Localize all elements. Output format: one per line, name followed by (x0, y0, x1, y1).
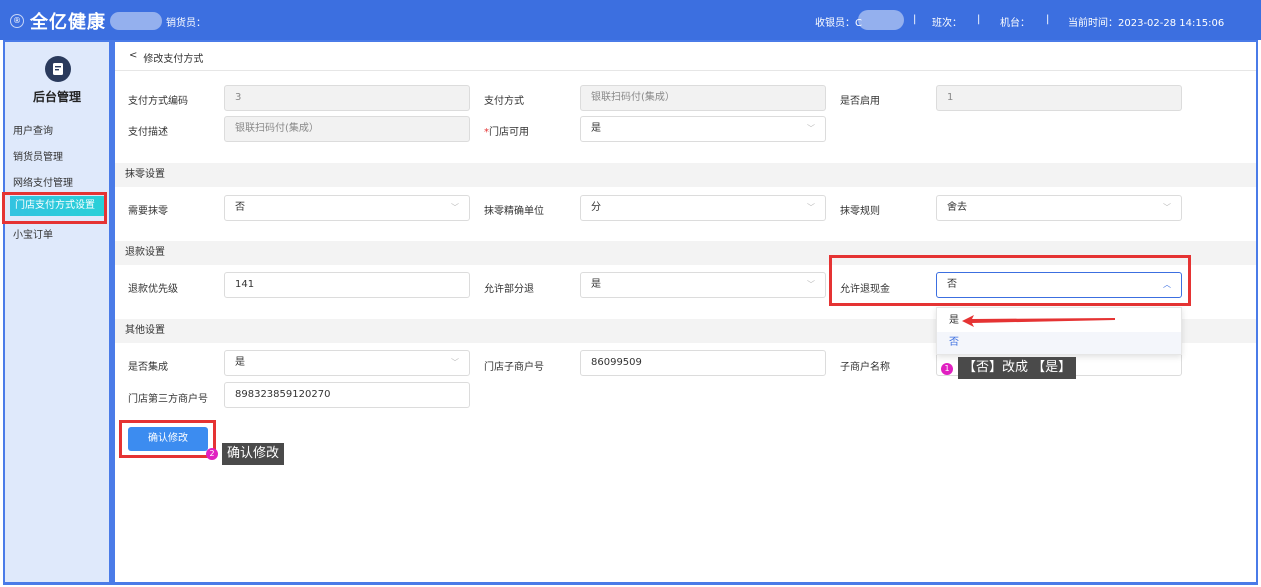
dropdown-option-no[interactable]: 否 (937, 332, 1181, 354)
partial-refund-select[interactable]: 是 ﹀ (580, 272, 826, 298)
integrated-value: 是 (235, 357, 245, 368)
highlight-box-confirm (119, 420, 216, 458)
sidebar-title: 后台管理 (32, 90, 81, 104)
chevron-down-icon: ﹀ (807, 280, 815, 289)
sidebar-item-seller-manage[interactable]: 销货员管理 (13, 148, 63, 163)
sub-merchant-label: 门店子商户号 (484, 362, 544, 373)
chevron-down-icon: ﹀ (1163, 203, 1171, 212)
sidebar-item-xiaobao-orders[interactable]: 小宝订单 (13, 226, 53, 241)
highlight-box-cash-refund (829, 255, 1191, 306)
separator: | (977, 14, 981, 25)
payment-code-label: 支付方式编码 (128, 96, 188, 107)
store-available-label: *门店可用 (484, 123, 529, 138)
redacted-cashier (858, 10, 904, 30)
third-party-merchant-label: 门店第三方商户号 (128, 394, 208, 405)
enabled-field: 1 (936, 85, 1182, 111)
page-title: 修改支付方式 (143, 54, 204, 65)
need-rounding-select[interactable]: 否 ﹀ (224, 195, 470, 221)
brand-name: 全亿健康 (30, 12, 106, 33)
sub-merchant-input[interactable]: 86099509 (580, 350, 826, 376)
brand-icon: ® (10, 14, 24, 28)
payment-method-label: 支付方式 (484, 96, 524, 107)
cashier-label: 收银员：C (815, 18, 862, 29)
chevron-down-icon: ﹀ (807, 124, 815, 133)
rounding-rule-label: 抹零规则 (840, 206, 880, 217)
payment-desc-label: 支付描述 (128, 127, 168, 138)
annotation-callout-2: 确认修改 (222, 443, 285, 465)
sub-merchant-name-label: 子商户名称 (840, 362, 890, 373)
rounding-unit-value: 分 (591, 202, 601, 213)
refund-priority-label: 退款优先级 (128, 284, 178, 295)
sidebar-item-user-query[interactable]: 用户查询 (13, 122, 53, 137)
top-bar: ® 全亿健康 销货员： 收银员：C | 班次： | 机台： | 当前时间：202… (0, 0, 1261, 40)
sidebar: 后台管理 用户查询 销货员管理 网络支付管理 门店支付方式设置 小宝订单 (5, 42, 109, 582)
integrated-label: 是否集成 (128, 362, 168, 373)
divider (115, 70, 1256, 71)
highlight-box-sidebar (2, 192, 107, 224)
store-available-select[interactable]: 是 ﹀ (580, 116, 826, 142)
payment-method-field: 银联扫码付(集成） (580, 85, 826, 111)
rounding-unit-label: 抹零精确单位 (484, 206, 544, 217)
partial-refund-label: 允许部分退 (484, 284, 534, 295)
rounding-unit-select[interactable]: 分 ﹀ (580, 195, 826, 221)
chevron-left-icon: < (129, 50, 138, 61)
redacted-seller (110, 12, 162, 30)
terminal-label: 机台： (1000, 18, 1030, 29)
back-link[interactable]: < 修改支付方式 (129, 50, 203, 65)
step-badge-2: 2 (206, 448, 218, 460)
annotation-arrow (962, 315, 1115, 327)
partial-refund-value: 是 (591, 279, 601, 290)
current-time: 当前时间：2023-02-28 14:15:06 (1068, 18, 1225, 29)
payment-code-field: 3 (224, 85, 470, 111)
brand-logo: ® 全亿健康 (10, 8, 106, 34)
third-party-merchant-input[interactable]: 898323859120270 (224, 382, 470, 408)
section-rounding: 抹零设置 (115, 163, 1256, 187)
shift-label: 班次： (932, 18, 962, 29)
annotation-callout-1: 【否】改成 【是】 (958, 357, 1077, 379)
rounding-rule-select[interactable]: 舍去 ﹀ (936, 195, 1182, 221)
chevron-down-icon: ﹀ (451, 358, 459, 367)
rounding-rule-value: 舍去 (947, 202, 967, 213)
need-rounding-value: 否 (235, 202, 245, 213)
separator: | (913, 14, 917, 25)
seller-label: 销货员： (166, 18, 206, 29)
separator: | (1046, 14, 1050, 25)
chevron-down-icon: ﹀ (451, 203, 459, 212)
need-rounding-label: 需要抹零 (128, 206, 168, 217)
step-badge-1: 1 (941, 363, 953, 375)
admin-icon (45, 56, 71, 82)
enabled-label: 是否启用 (840, 96, 880, 107)
store-available-value: 是 (591, 123, 601, 134)
store-available-text: 门店可用 (489, 127, 529, 138)
integrated-select[interactable]: 是 ﹀ (224, 350, 470, 376)
chevron-down-icon: ﹀ (807, 203, 815, 212)
payment-desc-field: 银联扫码付(集成） (224, 116, 470, 142)
refund-priority-input[interactable]: 141 (224, 272, 470, 298)
sidebar-item-online-payment[interactable]: 网络支付管理 (13, 174, 73, 189)
